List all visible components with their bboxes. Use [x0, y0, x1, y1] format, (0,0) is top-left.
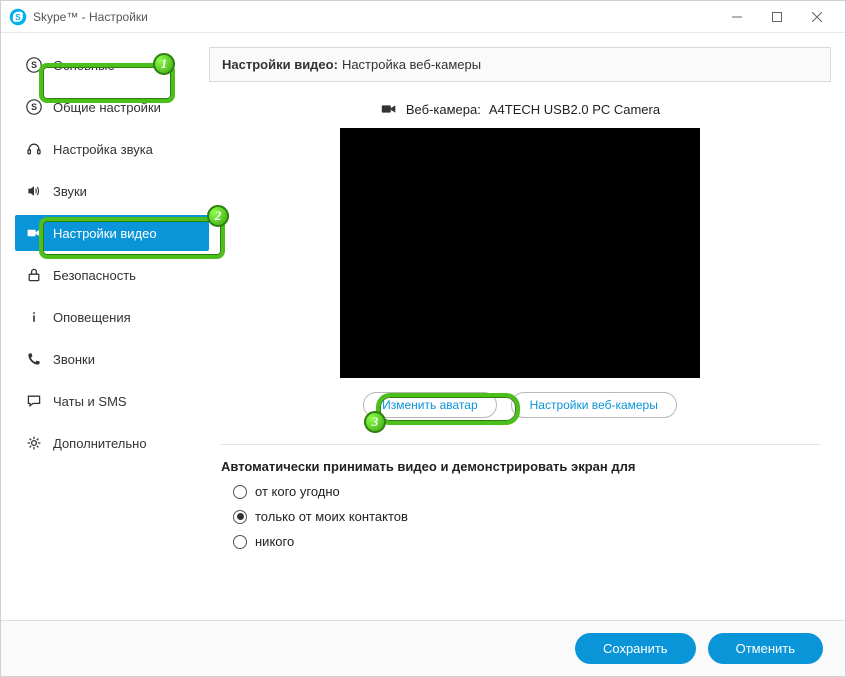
radio-anyone[interactable]: от кого угодно: [233, 484, 821, 499]
auto-accept-group: от кого угодно только от моих контактов …: [219, 484, 821, 549]
sidebar-item-security[interactable]: Безопасность: [15, 257, 209, 293]
preview-buttons: Изменить аватар Настройки веб-камеры: [219, 392, 821, 418]
lock-icon: [25, 266, 43, 284]
settings-window: S Skype™ - Настройки S Основные S Общие …: [0, 0, 846, 677]
sidebar-item-label: Дополнительно: [53, 436, 147, 451]
maximize-button[interactable]: [757, 1, 797, 33]
sidebar-item-calls[interactable]: Звонки: [15, 341, 209, 377]
footer: Сохранить Отменить: [1, 620, 845, 676]
cancel-button[interactable]: Отменить: [708, 633, 823, 664]
headset-icon: [25, 140, 43, 158]
sidebar-item-basics[interactable]: S Основные: [15, 47, 209, 83]
content-area: S Основные S Общие настройки Настройка з…: [1, 33, 845, 620]
sidebar-item-advanced[interactable]: Дополнительно: [15, 425, 209, 461]
section-title-rest: Настройка веб-камеры: [342, 57, 481, 72]
camera-row: Веб-камера: A4TECH USB2.0 PC Camera: [219, 100, 821, 118]
radio-none[interactable]: никого: [233, 534, 821, 549]
sidebar-item-sounds[interactable]: Звуки: [15, 173, 209, 209]
save-button[interactable]: Сохранить: [575, 633, 696, 664]
annotation-badge-3: 3: [364, 411, 386, 433]
annotation-badge-1: 1: [153, 53, 175, 75]
sidebar-item-notifications[interactable]: Оповещения: [15, 299, 209, 335]
sidebar-item-label: Общие настройки: [53, 100, 161, 115]
radio-icon: [233, 510, 247, 524]
camera-name: A4TECH USB2.0 PC Camera: [489, 102, 660, 117]
section-header: Настройки видео: Настройка веб-камеры: [209, 47, 831, 82]
main-panel: Настройки видео: Настройка веб-камеры Ве…: [209, 47, 831, 620]
svg-text:S: S: [31, 60, 37, 70]
radio-label: никого: [255, 534, 294, 549]
minimize-button[interactable]: [717, 1, 757, 33]
annotation-badge-2: 2: [207, 205, 229, 227]
sidebar-item-label: Настройка звука: [53, 142, 153, 157]
sidebar-item-chats[interactable]: Чаты и SMS: [15, 383, 209, 419]
section-title-bold: Настройки видео:: [222, 57, 338, 72]
titlebar: S Skype™ - Настройки: [1, 1, 845, 33]
phone-icon: [25, 350, 43, 368]
camera-label: Веб-камера:: [406, 102, 481, 117]
sidebar-item-video[interactable]: Настройки видео: [15, 215, 209, 251]
radio-icon: [233, 485, 247, 499]
skype-icon: S: [9, 8, 27, 26]
sidebar: S Основные S Общие настройки Настройка з…: [15, 47, 209, 620]
radio-label: от кого угодно: [255, 484, 340, 499]
chat-icon: [25, 392, 43, 410]
speaker-icon: [25, 182, 43, 200]
skype-logo-icon: S: [25, 98, 43, 116]
sidebar-item-label: Основные: [53, 58, 115, 73]
window-title: Skype™ - Настройки: [33, 10, 148, 24]
webcam-settings-button[interactable]: Настройки веб-камеры: [511, 392, 677, 418]
auto-accept-title: Автоматически принимать видео и демонстр…: [221, 444, 821, 474]
sidebar-item-label: Настройки видео: [53, 226, 157, 241]
skype-logo-icon: S: [25, 56, 43, 74]
radio-contacts[interactable]: только от моих контактов: [233, 509, 821, 524]
sidebar-item-general[interactable]: S Общие настройки: [15, 89, 209, 125]
video-icon: [25, 224, 43, 242]
svg-text:S: S: [15, 13, 21, 22]
sidebar-item-label: Безопасность: [53, 268, 136, 283]
close-button[interactable]: [797, 1, 837, 33]
svg-text:S: S: [31, 102, 37, 112]
info-icon: [25, 308, 43, 326]
sidebar-item-label: Чаты и SMS: [53, 394, 127, 409]
video-icon: [380, 100, 398, 118]
sidebar-item-label: Звуки: [53, 184, 87, 199]
radio-label: только от моих контактов: [255, 509, 408, 524]
sidebar-item-label: Звонки: [53, 352, 95, 367]
sidebar-item-audio[interactable]: Настройка звука: [15, 131, 209, 167]
sidebar-item-label: Оповещения: [53, 310, 131, 325]
gear-icon: [25, 434, 43, 452]
radio-icon: [233, 535, 247, 549]
camera-preview: [340, 128, 700, 378]
video-panel: Веб-камера: A4TECH USB2.0 PC Camera Изме…: [209, 82, 831, 620]
